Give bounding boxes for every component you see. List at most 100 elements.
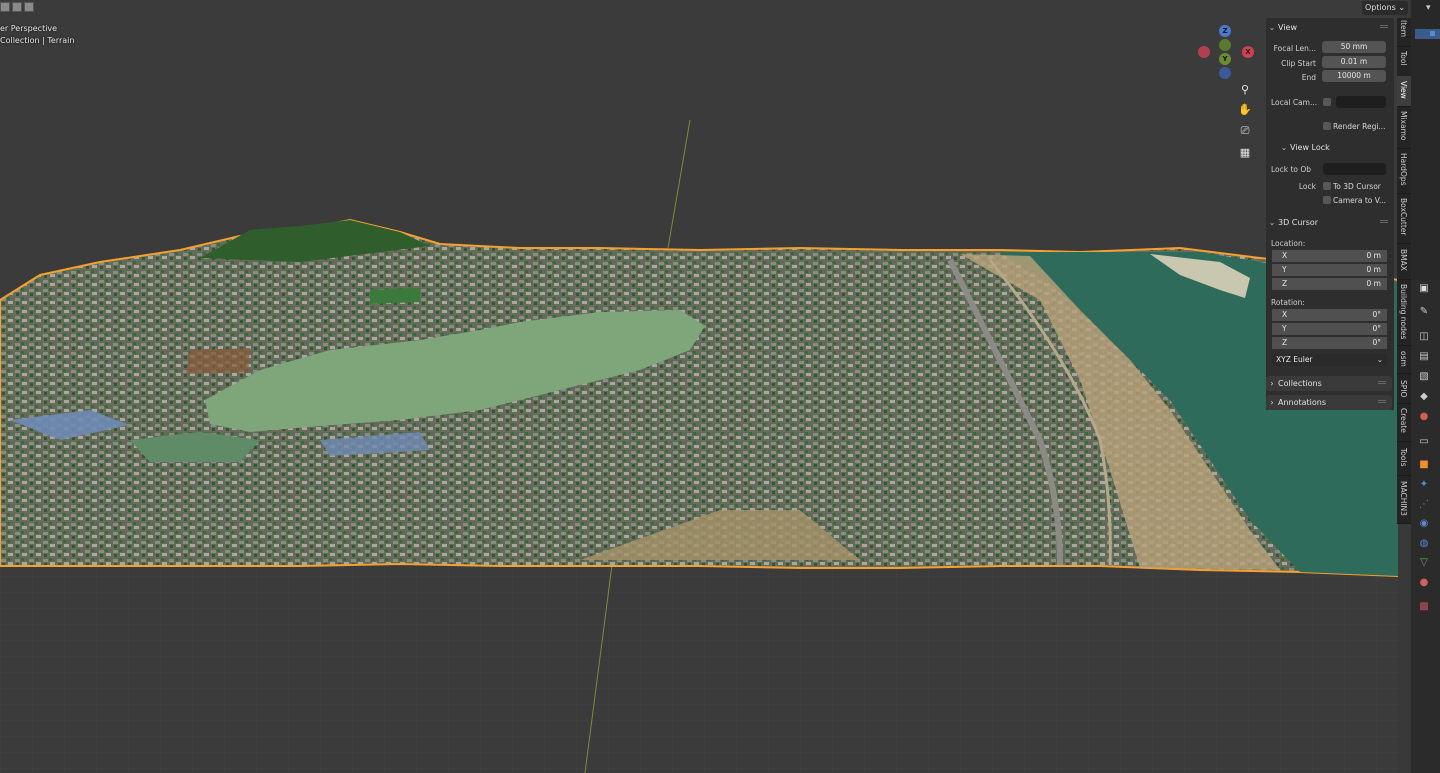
tab-item[interactable]: Item xyxy=(1397,18,1411,47)
object-properties-icon[interactable]: ■ xyxy=(1417,458,1431,472)
collections-section-header[interactable]: › Collections xyxy=(1266,376,1392,391)
gizmo-y-axis[interactable]: Y xyxy=(1219,53,1231,65)
gizmo-x-axis[interactable]: X xyxy=(1242,46,1254,58)
outliner-selected-row[interactable] xyxy=(1415,29,1440,39)
render-region-checkbox[interactable] xyxy=(1323,122,1331,130)
world-properties-icon[interactable]: ● xyxy=(1417,410,1431,424)
location-x-field[interactable]: X0 m xyxy=(1272,250,1387,262)
location-label: Location: xyxy=(1271,239,1306,248)
pan-hand-icon[interactable]: ✋ xyxy=(1236,101,1254,119)
to-3d-cursor-checkbox[interactable] xyxy=(1323,182,1331,190)
annotations-section-header[interactable]: › Annotations xyxy=(1266,395,1392,410)
drag-handle-icon[interactable] xyxy=(1378,400,1386,401)
tab-tools[interactable]: Tools xyxy=(1397,441,1411,476)
rotation-y-field[interactable]: Y 0° xyxy=(1272,323,1387,335)
camera-to-view-checkbox[interactable] xyxy=(1323,196,1331,204)
view-perspective-label: er Perspective xyxy=(0,24,58,33)
select-subtract-icon[interactable] xyxy=(24,2,34,12)
tab-bmax[interactable]: BMAX xyxy=(1397,243,1411,280)
red-field xyxy=(186,348,250,374)
local-camera-label: Local Cam... xyxy=(1271,98,1318,107)
tab-spio[interactable]: SPIO xyxy=(1397,373,1411,404)
location-z-field[interactable]: Z0 m xyxy=(1272,278,1387,290)
view-layer-icon[interactable]: ▧ xyxy=(1417,370,1431,384)
tab-building-nodes[interactable]: Building nodes xyxy=(1397,279,1411,346)
modifier-wrench-icon[interactable]: ✦ xyxy=(1417,478,1431,492)
sports-field xyxy=(370,288,420,304)
rotation-label: Rotation: xyxy=(1271,298,1305,307)
viewport-scene xyxy=(0,0,1398,773)
terrain-mesh[interactable] xyxy=(0,218,1398,578)
viewport-header-icons xyxy=(0,2,34,12)
gizmo-neg-x[interactable] xyxy=(1198,46,1210,58)
local-camera-checkbox[interactable] xyxy=(1323,98,1331,106)
clip-start-field[interactable]: 0.01 m xyxy=(1322,56,1386,68)
chevron-down-icon: ⌄ xyxy=(1280,143,1288,152)
drag-handle-icon[interactable] xyxy=(1378,381,1386,382)
options-dropdown[interactable]: Options ⌄ xyxy=(1362,1,1408,15)
selection-indicator-icon xyxy=(1430,31,1435,36)
tab-tool[interactable]: Tool xyxy=(1397,46,1411,77)
gizmo-z-axis[interactable]: Z xyxy=(1219,25,1231,37)
drag-handle-icon[interactable] xyxy=(1380,220,1388,221)
camera-view-icon[interactable]: ⎚ xyxy=(1236,122,1254,140)
local-camera-field[interactable] xyxy=(1336,96,1386,108)
focal-length-field[interactable]: 50 mm xyxy=(1322,41,1386,53)
view-section-header[interactable]: ⌄ View xyxy=(1266,20,1394,35)
3d-cursor-section-header[interactable]: ⌄ 3D Cursor xyxy=(1266,215,1394,230)
ortho-grid-icon[interactable]: ▦ xyxy=(1236,144,1254,162)
location-y-field[interactable]: Y0 m xyxy=(1272,264,1387,276)
clip-start-label: Clip Start xyxy=(1281,59,1316,68)
tab-osm[interactable]: osm xyxy=(1397,345,1411,374)
tab-view[interactable]: View xyxy=(1397,76,1411,107)
collection-label: Collection | Terrain xyxy=(0,36,75,45)
select-mode-icon[interactable] xyxy=(0,2,10,12)
tab-boxcutter[interactable]: BoxCutter xyxy=(1397,193,1411,244)
outliner: ▾ xyxy=(1411,0,1440,280)
gizmo-neg-z[interactable] xyxy=(1219,67,1231,79)
render-properties-icon[interactable]: ◫ xyxy=(1417,330,1431,344)
tool-settings-icon[interactable]: ✎ xyxy=(1417,305,1431,319)
tab-mixamo[interactable]: Mixamo xyxy=(1397,106,1411,149)
chevron-right-icon: › xyxy=(1270,379,1274,388)
sidebar-n-panel: ⌄ View Focal Len... 50 mm Clip Start 0.01… xyxy=(1266,18,1394,410)
drag-handle-icon[interactable] xyxy=(1380,25,1388,26)
object-data-icon[interactable]: ▽ xyxy=(1417,556,1431,570)
chevron-right-icon: › xyxy=(1270,398,1274,407)
particles-icon[interactable]: ⋰ xyxy=(1417,498,1431,512)
chevron-down-icon: ⌄ xyxy=(1268,23,1276,32)
gizmo-neg-y[interactable] xyxy=(1219,39,1231,51)
tab-create[interactable]: Create xyxy=(1397,403,1411,442)
rotation-mode-select[interactable]: XYZ Euler ⌄ xyxy=(1272,354,1387,366)
to-3d-cursor-label: To 3D Cursor xyxy=(1333,182,1381,191)
chevron-down-icon: ⌄ xyxy=(1268,218,1276,227)
texture-icon[interactable]: ▩ xyxy=(1417,600,1431,614)
tab-hardops[interactable]: HardOps xyxy=(1397,148,1411,194)
physics-icon[interactable]: ◉ xyxy=(1417,517,1431,531)
filter-icon[interactable]: ▾ xyxy=(1426,3,1436,13)
lock-to-object-label: Lock to Ob xyxy=(1271,165,1312,174)
lock-to-object-field[interactable] xyxy=(1323,163,1386,175)
clip-end-label: End xyxy=(1301,73,1316,82)
view-lock-section-header[interactable]: ⌄ View Lock xyxy=(1278,140,1406,155)
collection-properties-icon[interactable]: ▭ xyxy=(1417,435,1431,449)
editor-type-icon[interactable]: ▣ xyxy=(1417,282,1431,296)
camera-to-view-label: Camera to V... xyxy=(1333,196,1387,205)
output-properties-icon[interactable]: ▤ xyxy=(1417,350,1431,364)
3d-viewport[interactable]: er Perspective Collection | Terrain Z Y … xyxy=(0,0,1398,773)
lock-label: Lock xyxy=(1298,182,1316,191)
focal-length-label: Focal Len... xyxy=(1273,44,1316,53)
clip-end-field[interactable]: 10000 m xyxy=(1322,70,1386,82)
render-region-label: Render Regi... xyxy=(1333,122,1386,131)
zoom-icon[interactable]: ⚲ xyxy=(1236,81,1254,99)
sidebar-tabs: Item Tool View Mixamo HardOps BoxCutter … xyxy=(1397,18,1411,524)
select-extend-icon[interactable] xyxy=(12,2,22,12)
material-icon[interactable]: ● xyxy=(1417,576,1431,590)
floor-grid xyxy=(0,560,1398,773)
chevron-down-icon: ⌄ xyxy=(1376,355,1383,364)
constraints-icon[interactable]: ◍ xyxy=(1417,537,1431,551)
rotation-x-field[interactable]: X 0° xyxy=(1272,309,1387,321)
scene-properties-icon[interactable]: ◆ xyxy=(1417,390,1431,404)
rotation-z-field[interactable]: Z 0° xyxy=(1272,337,1387,349)
tab-machin3[interactable]: MACHIN3 xyxy=(1397,475,1411,524)
